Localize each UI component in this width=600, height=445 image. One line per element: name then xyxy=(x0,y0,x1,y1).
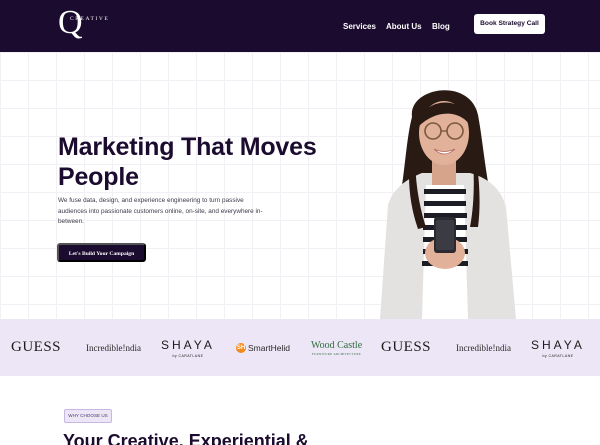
logo-letter: Q xyxy=(58,4,83,41)
wood-castle-wordmark: Wood Castle xyxy=(311,339,363,351)
wood-castle-logo: Wood Castle FURNITURE ARCHITECTURE xyxy=(311,319,362,376)
smarthelio-mark-icon: SH xyxy=(236,342,246,353)
client-logo-strip: GUESS Incredible!ndia SHAYA by CARATLANE… xyxy=(0,319,600,376)
top-navbar: Q CREATIVE Services About Us Blog Book S… xyxy=(0,0,600,52)
incredible-india-logo: Incredible!ndia xyxy=(86,342,141,353)
section-title: Your Creative, Experiential & xyxy=(63,431,309,445)
hero-subtext: We fuse data, design, and experience eng… xyxy=(58,197,263,225)
shaya-logo: SHAYA by CARATLANE xyxy=(531,319,585,376)
hero-person-image xyxy=(380,90,516,319)
nav-link-blog[interactable]: Blog xyxy=(432,22,462,31)
why-choose-us-badge: WHY CHOOSE US xyxy=(64,409,112,423)
shaya-byline: by CARATLANE xyxy=(172,353,204,358)
hero-section: Marketing That Moves People We fuse data… xyxy=(0,52,600,319)
shaya-wordmark: SHAYA xyxy=(531,337,585,352)
nav-link-about-us[interactable]: About Us xyxy=(386,22,426,31)
shaya-logo: SHAYA by CARATLANE xyxy=(161,319,215,376)
smarthelio-logo: SH SmartHelid xyxy=(236,319,290,376)
smarthelio-wordmark: SmartHelid xyxy=(248,342,291,353)
page: Q CREATIVE Services About Us Blog Book S… xyxy=(0,0,600,445)
logo-wordmark: CREATIVE xyxy=(70,16,110,22)
book-strategy-call-button[interactable]: Book Strategy Call xyxy=(474,14,545,34)
incredible-india-logo: Incredible!ndia xyxy=(456,342,511,353)
wood-castle-tagline: FURNITURE ARCHITECTURE xyxy=(312,351,362,356)
hero-headline-line1: Marketing That Moves xyxy=(58,133,317,161)
hero-headline: Marketing That Moves People xyxy=(58,132,358,192)
guess-logo: GUESS xyxy=(11,339,62,355)
build-campaign-button[interactable]: Let's Build Your Campaign xyxy=(57,243,146,262)
shaya-byline: by CARATLANE xyxy=(542,353,574,358)
hero-headline-line2: People xyxy=(58,163,139,191)
q-creative-logo[interactable]: Q CREATIVE xyxy=(58,4,108,41)
guess-logo: GUESS xyxy=(381,339,432,355)
shaya-wordmark: SHAYA xyxy=(161,337,215,352)
nav-link-services[interactable]: Services xyxy=(343,22,383,31)
